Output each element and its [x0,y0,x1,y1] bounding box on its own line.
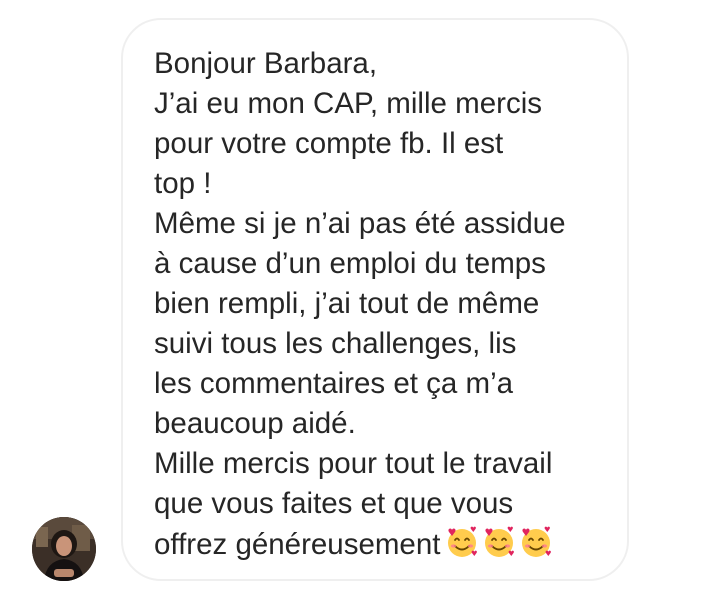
sender-avatar[interactable] [32,517,96,581]
message-line: bien rempli, j’ai tout de même [154,287,540,320]
avatar-photo [32,517,96,581]
smiling-face-with-hearts-icon [444,524,480,560]
chat-message-row: Bonjour Barbara, J’ai eu mon CAP, mille … [0,0,720,589]
smiling-face-with-hearts-icon [481,524,517,560]
message-line: que vous faites et que vous [154,487,514,520]
message-line: les commentaires et ça m’a [154,367,514,400]
message-line: top ! [154,167,212,200]
message-line: Même si je n’ai pas été assidue [154,207,566,240]
smiling-face-with-hearts-icon [518,524,554,560]
message-line: Bonjour Barbara, [154,47,378,80]
message-line: pour votre compte fb. Il est [154,127,504,160]
message-line: Mille mercis pour tout le travail [154,447,553,480]
message-line: à cause d’un emploi du temps [154,247,546,280]
message-line: suivi tous les challenges, lis [154,327,517,360]
message-bubble[interactable]: Bonjour Barbara, J’ai eu mon CAP, mille … [121,18,629,581]
message-line: J’ai eu mon CAP, mille mercis [154,87,542,120]
message-text: Bonjour Barbara, J’ai eu mon CAP, mille … [154,44,607,571]
message-line: offrez généreusement [154,528,441,561]
emoji-group [444,524,555,571]
message-line: beaucoup aidé. [154,407,356,440]
message-line-last: offrez généreusement [154,524,607,571]
